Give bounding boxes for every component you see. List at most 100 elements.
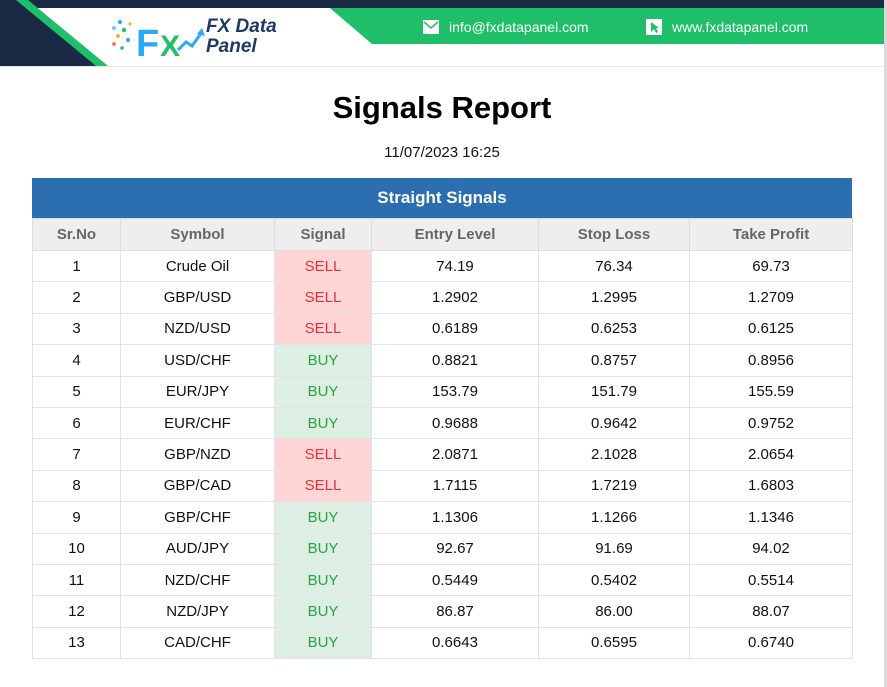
report-datetime: 11/07/2023 16:25 xyxy=(384,144,500,161)
sr-no-cell: 8 xyxy=(32,469,121,503)
take-profit-cell: 0.9752 xyxy=(689,406,853,440)
symbol-cell: EUR/JPY xyxy=(120,375,275,408)
signals-table-section: Straight Signals Sr.No Symbol Signal Entry … xyxy=(32,178,853,660)
signal-cell: SELL xyxy=(274,281,372,314)
logo-line-2: Panel xyxy=(206,36,257,57)
signals-table: Sr.No Symbol Signal Entry Level Stop Loss Tak… xyxy=(32,218,853,660)
entry-level-cell: 0.9688 xyxy=(371,406,539,440)
signal-cell: BUY xyxy=(274,375,372,408)
col-take-profit-header: Take Profit xyxy=(689,218,853,251)
stop-loss-cell: 0.5402 xyxy=(538,563,690,597)
table-row: 11 NZD/CHF BUY 0.5449 0.5402 0.5514 xyxy=(32,563,853,597)
take-profit-cell: 1.6803 xyxy=(689,469,853,503)
take-profit-cell: 69.73 xyxy=(689,249,853,283)
svg-text:X: X xyxy=(160,30,180,60)
symbol-cell: AUD/JPY xyxy=(120,532,275,565)
signal-cell: BUY xyxy=(274,532,372,565)
table-banner: Straight Signals xyxy=(32,178,852,218)
stop-loss-cell: 76.34 xyxy=(538,249,690,283)
table-row: 3 NZD/USD SELL 0.6189 0.6253 0.6125 xyxy=(32,312,853,346)
table-row: 6 EUR/CHF BUY 0.9688 0.9642 0.9752 xyxy=(32,406,853,440)
page-title: Signals Report xyxy=(332,90,552,125)
symbol-cell: GBP/NZD xyxy=(120,438,275,471)
symbol-cell: GBP/USD xyxy=(120,281,275,314)
table-row: 2 GBP/USD SELL 1.2902 1.2995 1.2709 xyxy=(32,281,853,314)
stop-loss-cell: 2.1028 xyxy=(538,438,690,471)
col-symbol-header: Symbol xyxy=(120,218,275,251)
stop-loss-cell: 86.00 xyxy=(538,595,690,628)
symbol-cell: NZD/USD xyxy=(120,312,275,346)
signal-cell: SELL xyxy=(274,312,372,346)
fx-logo-icon: F X xyxy=(112,20,205,60)
stop-loss-cell: 0.6595 xyxy=(538,626,690,660)
cursor-icon xyxy=(645,18,663,36)
signal-cell: SELL xyxy=(274,469,372,503)
symbol-cell: NZD/CHF xyxy=(120,563,275,597)
entry-level-cell: 0.6189 xyxy=(371,312,539,346)
stop-loss-cell: 1.1266 xyxy=(538,501,690,534)
table-row: 13 CAD/CHF BUY 0.6643 0.6595 0.6740 xyxy=(32,626,853,660)
col-stop-loss-header: Stop Loss xyxy=(538,218,690,251)
entry-level-cell: 0.6643 xyxy=(371,626,539,660)
contact-email[interactable]: info@fxdatapanel.com xyxy=(422,18,589,36)
signal-cell: BUY xyxy=(274,344,372,377)
symbol-cell: NZD/JPY xyxy=(120,595,275,628)
signal-cell: BUY xyxy=(274,626,372,660)
stop-loss-cell: 0.6253 xyxy=(538,312,690,346)
website-text[interactable]: www.fxdatapanel.com xyxy=(672,19,808,35)
sr-no-cell: 1 xyxy=(32,249,121,283)
entry-level-cell: 153.79 xyxy=(371,375,539,408)
contact-website[interactable]: www.fxdatapanel.com xyxy=(645,18,808,36)
symbol-cell: GBP/CAD xyxy=(120,469,275,503)
sr-no-cell: 13 xyxy=(32,626,121,660)
sr-no-cell: 5 xyxy=(32,375,121,408)
sr-no-cell: 11 xyxy=(32,563,121,597)
table-row: 5 EUR/JPY BUY 153.79 151.79 155.59 xyxy=(32,375,853,408)
sr-no-cell: 10 xyxy=(32,532,121,565)
col-signal-header: Signal xyxy=(274,218,372,251)
signal-cell: BUY xyxy=(274,595,372,628)
table-row: 4 USD/CHF BUY 0.8821 0.8757 0.8956 xyxy=(32,344,853,377)
sr-no-cell: 12 xyxy=(32,595,121,628)
table-row: 10 AUD/JPY BUY 92.67 91.69 94.02 xyxy=(32,532,853,565)
entry-level-cell: 0.8821 xyxy=(371,344,539,377)
take-profit-cell: 0.6740 xyxy=(689,626,853,660)
stop-loss-cell: 91.69 xyxy=(538,532,690,565)
take-profit-cell: 1.2709 xyxy=(689,281,853,314)
company-logo: F X FX Data Panel xyxy=(110,16,300,60)
signal-cell: SELL xyxy=(274,438,372,471)
entry-level-cell: 2.0871 xyxy=(371,438,539,471)
table-row: 8 GBP/CAD SELL 1.7115 1.7219 1.6803 xyxy=(32,469,853,503)
entry-level-cell: 1.2902 xyxy=(371,281,539,314)
table-body: 1 Crude Oil SELL 74.19 76.34 69.73 2 GBP/USD SEL… xyxy=(32,249,853,660)
table-row: 1 Crude Oil SELL 74.19 76.34 69.73 xyxy=(32,249,853,283)
stop-loss-cell: 1.2995 xyxy=(538,281,690,314)
take-profit-cell: 0.5514 xyxy=(689,563,853,597)
take-profit-cell: 0.8956 xyxy=(689,344,853,377)
symbol-cell: Crude Oil xyxy=(120,249,275,283)
signal-cell: SELL xyxy=(274,249,372,283)
symbol-cell: EUR/CHF xyxy=(120,406,275,440)
report-header: F X FX Data Panel info@fxdatapanel.com w… xyxy=(0,0,884,66)
mail-icon xyxy=(422,18,440,36)
sr-no-cell: 4 xyxy=(32,344,121,377)
entry-level-cell: 1.1306 xyxy=(371,501,539,534)
sr-no-cell: 6 xyxy=(32,406,121,440)
sr-no-cell: 7 xyxy=(32,438,121,471)
logo-text: FX Data Panel xyxy=(206,17,277,57)
take-profit-cell: 155.59 xyxy=(689,375,853,408)
stop-loss-cell: 151.79 xyxy=(538,375,690,408)
symbol-cell: USD/CHF xyxy=(120,344,275,377)
symbol-cell: GBP/CHF xyxy=(120,501,275,534)
sr-no-cell: 9 xyxy=(32,501,121,534)
sr-no-cell: 3 xyxy=(32,312,121,346)
sr-no-cell: 2 xyxy=(32,281,121,314)
take-profit-cell: 1.1346 xyxy=(689,501,853,534)
col-sr-no-header: Sr.No xyxy=(32,218,121,251)
email-text[interactable]: info@fxdatapanel.com xyxy=(449,19,589,35)
entry-level-cell: 86.87 xyxy=(371,595,539,628)
entry-level-cell: 92.67 xyxy=(371,532,539,565)
col-entry-level-header: Entry Level xyxy=(371,218,539,251)
table-row: 7 GBP/NZD SELL 2.0871 2.1028 2.0654 xyxy=(32,438,853,471)
signal-cell: BUY xyxy=(274,501,372,534)
